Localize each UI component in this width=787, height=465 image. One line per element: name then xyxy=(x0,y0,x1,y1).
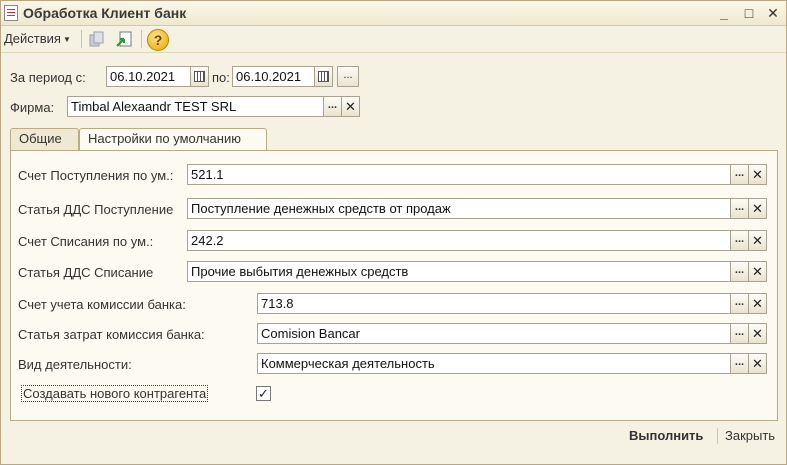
activity-type-field[interactable]: Коммерческая деятельность xyxy=(257,353,732,374)
actions-menu-label: Действия xyxy=(4,31,61,46)
chevron-down-icon: ▼ xyxy=(62,35,71,45)
receipt-account-select-button[interactable]: ... xyxy=(730,164,749,185)
receipt-account-label: Счет Поступления по ум.: xyxy=(18,168,174,183)
writeoff-cashflow-select-button[interactable]: ... xyxy=(730,261,749,282)
help-icon[interactable]: ? xyxy=(147,29,169,51)
toolbar: Действия ▼ ? xyxy=(1,26,786,53)
receipt-cashflow-clear-button[interactable]: ✕ xyxy=(748,198,767,219)
bank-fee-expense-select-button[interactable]: ... xyxy=(730,323,749,344)
firm-clear-button[interactable]: ✕ xyxy=(341,96,360,117)
writeoff-cashflow-label: Статья ДДС Списание xyxy=(18,265,154,280)
bank-fee-expense-label: Статья затрат комиссия банка: xyxy=(18,327,205,342)
activity-type-clear-button[interactable]: ✕ xyxy=(748,353,767,374)
tab-default-settings[interactable]: Настройки по умолчанию xyxy=(79,128,267,151)
bank-fee-account-clear-button[interactable]: ✕ xyxy=(748,293,767,314)
title-bar: Обработка Клиент банк _ □ ✕ xyxy=(1,1,786,26)
writeoff-account-select-button[interactable]: ... xyxy=(730,230,749,251)
footer-bar: Выполнить Закрыть xyxy=(10,421,778,451)
writeoff-account-field[interactable]: 242.2 xyxy=(187,230,732,251)
run-button[interactable]: Выполнить xyxy=(629,428,703,443)
period-from-field[interactable]: 06.10.2021 xyxy=(106,66,192,87)
bank-fee-expense-field[interactable]: Comision Bancar xyxy=(257,323,732,344)
firm-label: Фирма: xyxy=(10,100,55,115)
bank-fee-account-label: Счет учета комиссии банка: xyxy=(18,297,186,312)
window-title: Обработка Клиент банк xyxy=(23,5,187,21)
firm-field[interactable]: Timbal Alexaandr TEST SRL xyxy=(67,96,325,117)
writeoff-account-clear-button[interactable]: ✕ xyxy=(748,230,767,251)
document-icon xyxy=(4,5,18,21)
maximize-icon[interactable]: □ xyxy=(740,4,758,22)
period-label: За период с: xyxy=(10,70,86,85)
receipt-account-clear-button[interactable]: ✕ xyxy=(748,164,767,185)
create-counterparty-checkbox[interactable]: ✓ xyxy=(256,386,271,401)
period-to-label: по: xyxy=(212,70,230,85)
footer-separator xyxy=(717,428,718,444)
calendar-icon[interactable] xyxy=(190,66,209,87)
tab-general[interactable]: Общие xyxy=(10,128,79,150)
close-icon[interactable]: ✕ xyxy=(764,4,782,22)
actions-menu-button[interactable]: Действия ▼ xyxy=(4,31,71,46)
activity-type-label: Вид деятельности: xyxy=(18,357,132,372)
writeoff-cashflow-field[interactable]: Прочие выбытия денежных средств xyxy=(187,261,732,282)
writeoff-cashflow-clear-button[interactable]: ✕ xyxy=(748,261,767,282)
calendar-icon[interactable] xyxy=(314,66,333,87)
copy-icon[interactable] xyxy=(86,29,108,51)
period-to-field[interactable]: 06.10.2021 xyxy=(232,66,316,87)
receipt-cashflow-label: Статья ДДС Поступление xyxy=(18,202,174,217)
bank-fee-account-field[interactable]: 713.8 xyxy=(257,293,732,314)
receipt-cashflow-field[interactable]: Поступление денежных средств от продаж xyxy=(187,198,732,219)
export-icon[interactable] xyxy=(114,29,136,51)
writeoff-account-label: Счет Списания по ум.: xyxy=(18,234,154,249)
firm-select-button[interactable]: ... xyxy=(323,96,342,117)
period-select-button[interactable]: ... xyxy=(337,66,359,87)
bank-fee-account-select-button[interactable]: ... xyxy=(730,293,749,314)
bank-fee-expense-clear-button[interactable]: ✕ xyxy=(748,323,767,344)
toolbar-separator xyxy=(81,30,82,48)
receipt-cashflow-select-button[interactable]: ... xyxy=(730,198,749,219)
minimize-icon[interactable]: _ xyxy=(715,4,733,22)
toolbar-separator xyxy=(141,30,142,48)
activity-type-select-button[interactable]: ... xyxy=(730,353,749,374)
main-window: Обработка Клиент банк _ □ ✕ Действия ▼ ? … xyxy=(0,0,787,465)
create-counterparty-label[interactable]: Создавать нового контрагента xyxy=(21,385,209,402)
close-button[interactable]: Закрыть xyxy=(725,428,775,443)
settings-panel xyxy=(10,150,778,421)
receipt-account-field[interactable]: 521.1 xyxy=(187,164,732,185)
